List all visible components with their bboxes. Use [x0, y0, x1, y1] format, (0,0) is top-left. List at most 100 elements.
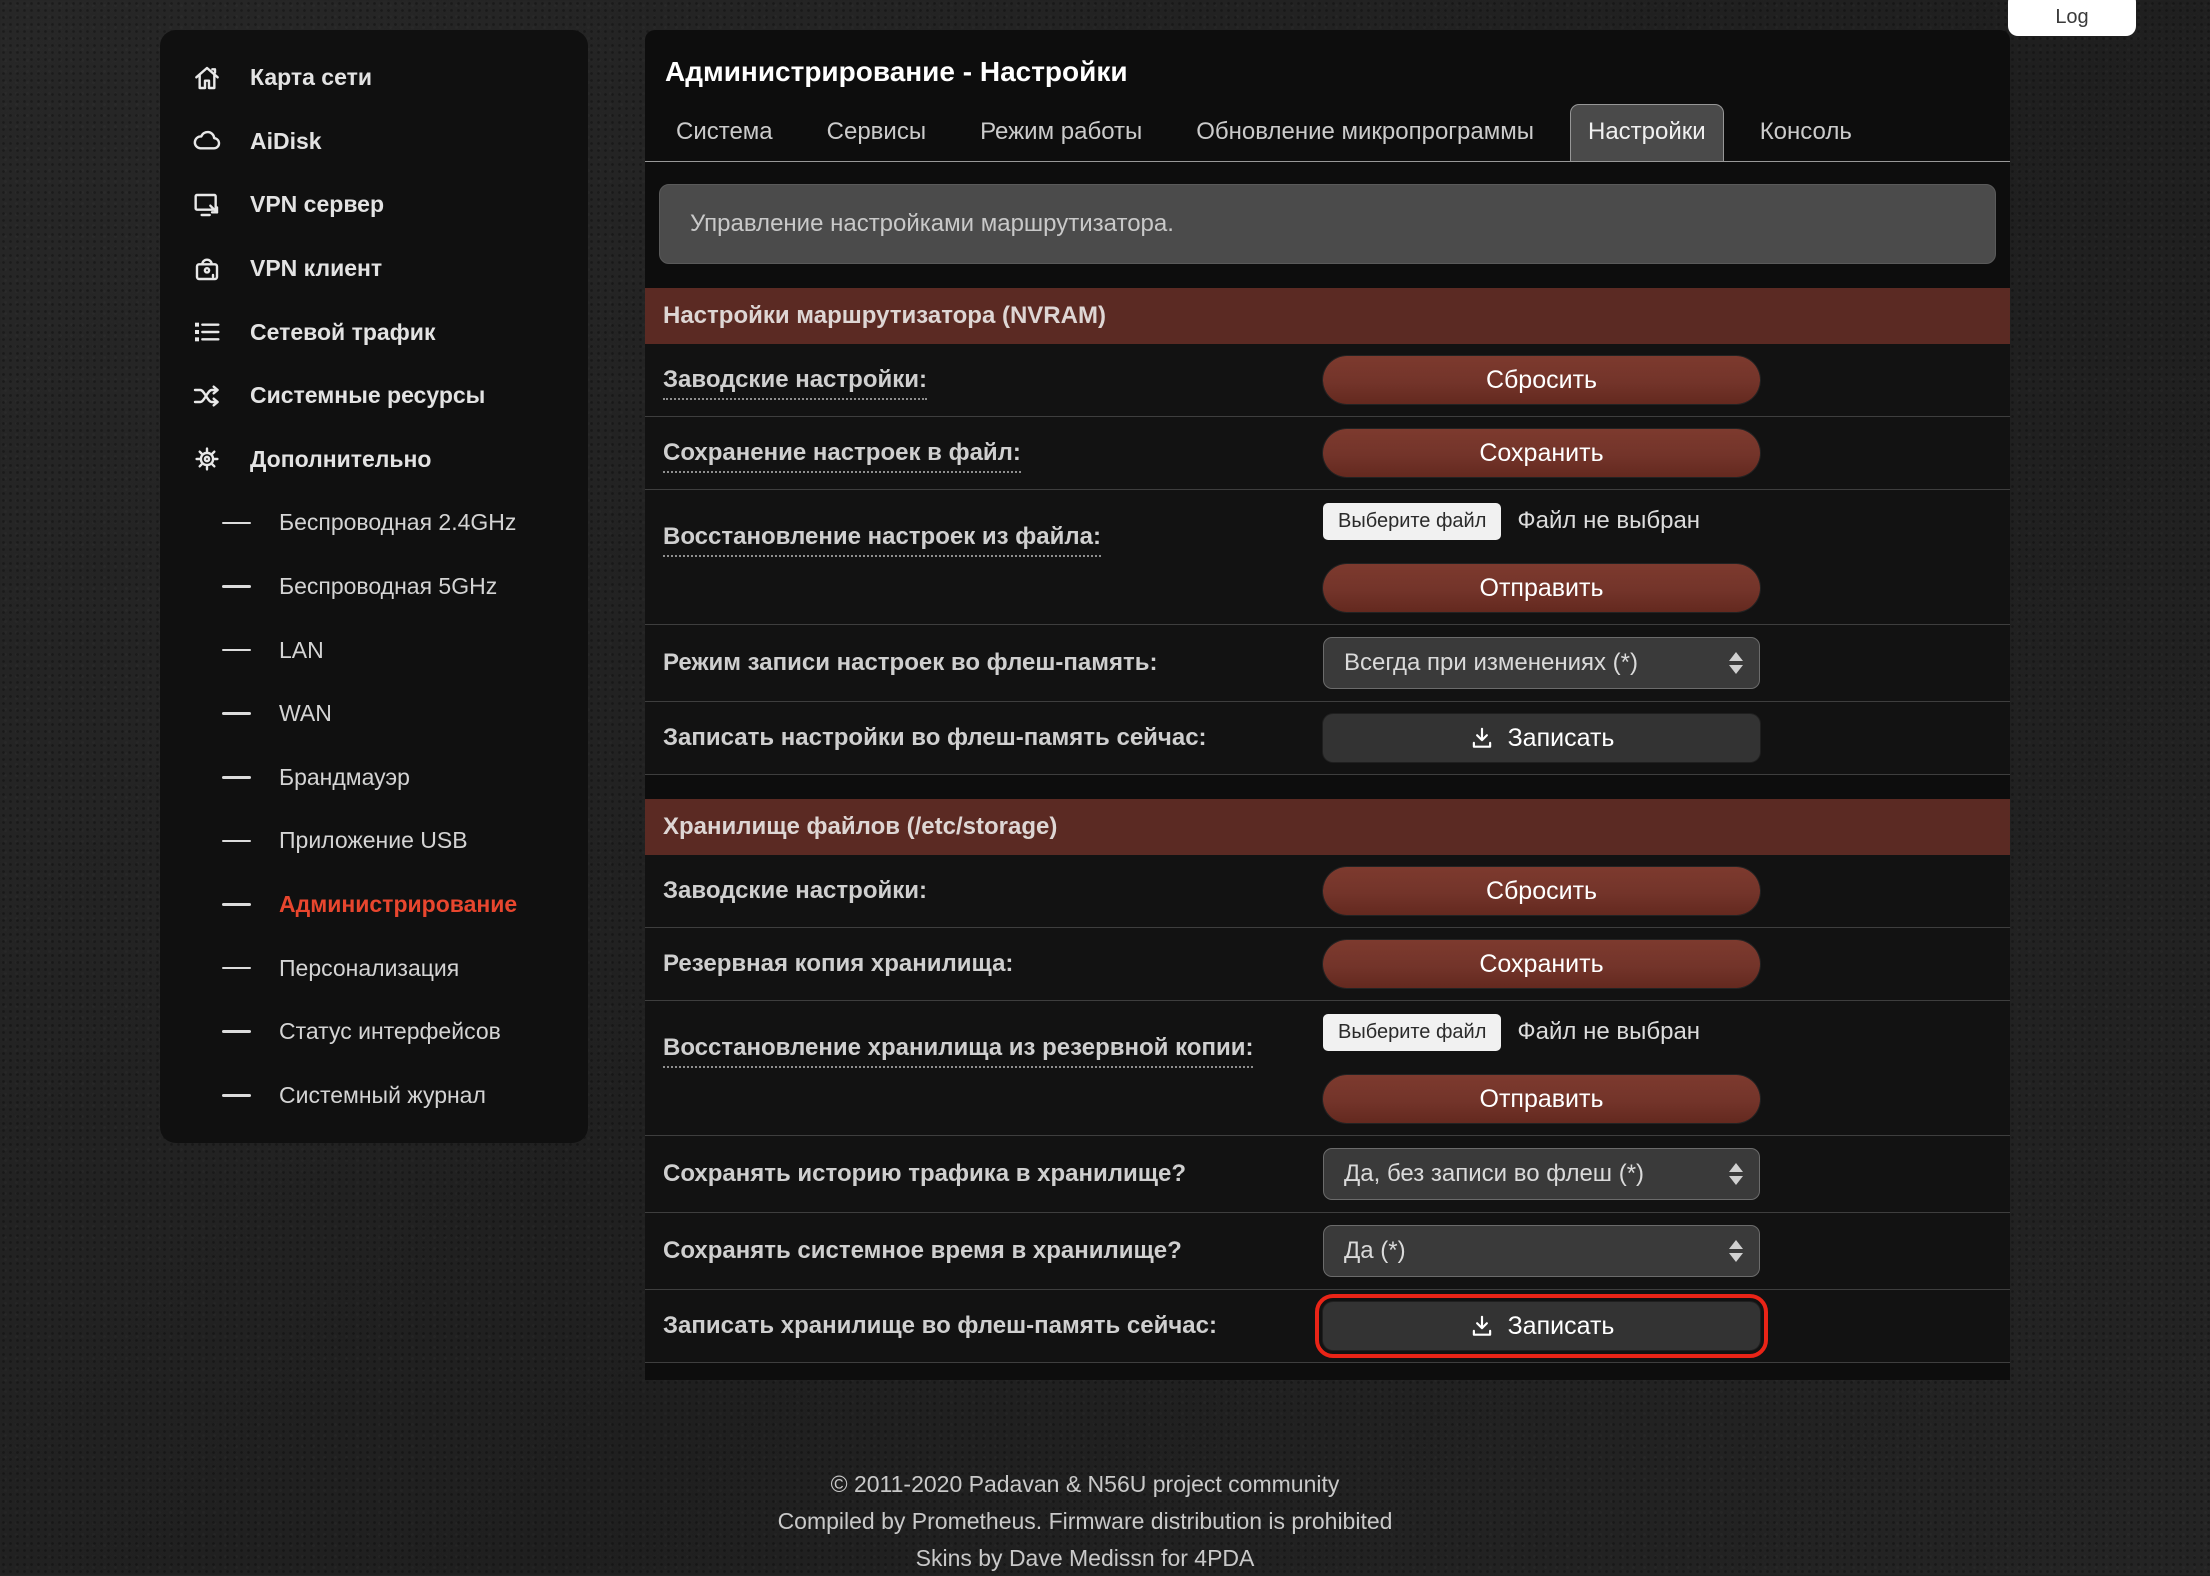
row-label-text: Сохранять системное время в хранилище? — [663, 1237, 1182, 1264]
row-controls: Выберите файлФайл не выбранОтправить — [1323, 502, 1760, 612]
settings-row: Записать настройки во флеш-память сейчас… — [645, 702, 2010, 775]
tab-operation-mode[interactable]: Режим работы — [962, 104, 1160, 161]
storage-commit-button[interactable]: Записать — [1323, 1302, 1760, 1350]
row-label-text: Восстановление хранилища из резервной ко… — [663, 1034, 1253, 1068]
tab-system[interactable]: Система — [658, 104, 791, 161]
row-label-text: Режим записи настроек во флеш-память: — [663, 649, 1157, 676]
tab-firmware-update[interactable]: Обновление микропрограммы — [1178, 104, 1552, 161]
row-label: Восстановление настроек из файла: — [663, 502, 1323, 556]
sidebar-item-label: Карта сети — [250, 64, 372, 91]
sidebar-subitem-lan[interactable]: LAN — [160, 618, 588, 682]
sidebar-subitem-interface-status[interactable]: Статус интерфейсов — [160, 1000, 588, 1064]
tab-console[interactable]: Консоль — [1742, 104, 1870, 161]
file-status-label: Файл не выбран — [1517, 1018, 1700, 1046]
footer-line: Skins by Dave Medissn for 4PDA — [160, 1540, 2010, 1576]
sidebar-subitem-system-log[interactable]: Системный журнал — [160, 1064, 588, 1128]
row-controls: Записать — [1323, 1302, 1760, 1350]
page-footer: © 2011-2020 Padavan & N56U project commu… — [160, 1466, 2010, 1576]
file-input-group: Выберите файл Файл не выбран — [1323, 1013, 1700, 1051]
nvram-commit-mode-select[interactable]: Всегда при изменениях (*) — [1323, 637, 1760, 689]
select-value: Всегда при изменениях (*) — [1344, 649, 1721, 677]
dash-icon — [222, 1094, 251, 1097]
nvram-reset-button[interactable]: Сбросить — [1323, 356, 1760, 404]
dash-icon — [222, 967, 251, 970]
row-controls: Да, без записи во флеш (*) — [1323, 1148, 1760, 1200]
sidebar-item-vpn-client[interactable]: VPN клиент — [160, 237, 588, 301]
sidebar-item-label: AiDisk — [250, 128, 322, 155]
sidebar-item-network-traffic[interactable]: Сетевой трафик — [160, 300, 588, 364]
button-label: Сбросить — [1486, 366, 1597, 395]
sidebar-item-advanced[interactable]: Дополнительно — [160, 428, 588, 492]
sidebar-item-network-map[interactable]: Карта сети — [160, 46, 588, 110]
sidebar-subitem-label: Администрирование — [279, 891, 517, 918]
row-label-text: Заводские настройки: — [663, 366, 927, 400]
settings-row: Резервная копия хранилища: Сохранить — [645, 928, 2010, 1001]
sidebar-subitem-label: Статус интерфейсов — [279, 1018, 501, 1045]
row-controls: Да (*) — [1323, 1225, 1760, 1277]
dash-icon — [222, 712, 251, 715]
button-label: Записать — [1508, 1312, 1615, 1341]
button-label: Сохранить — [1479, 950, 1603, 979]
row-controls: Всегда при изменениях (*) — [1323, 637, 1760, 689]
row-controls: Сохранить — [1323, 940, 1760, 988]
log-button[interactable]: Log — [2008, 0, 2136, 36]
button-label: Сохранить — [1479, 439, 1603, 468]
sidebar-item-vpn-server[interactable]: VPN сервер — [160, 173, 588, 237]
vpn-server-icon — [190, 188, 224, 222]
tab-services[interactable]: Сервисы — [809, 104, 944, 161]
sidebar-subitem-usb-application[interactable]: Приложение USB — [160, 809, 588, 873]
page-description: Управление настройками маршрутизатора. — [659, 184, 1996, 264]
dash-icon — [222, 649, 251, 652]
settings-row: Восстановление хранилища из резервной ко… — [645, 1001, 2010, 1136]
storage-traffic-history-select[interactable]: Да, без записи во флеш (*) — [1323, 1148, 1760, 1200]
home-icon — [190, 61, 224, 95]
nvram-submit-button[interactable]: Отправить — [1323, 564, 1760, 612]
sidebar-subitem-wan[interactable]: WAN — [160, 682, 588, 746]
tab-settings[interactable]: Настройки — [1570, 104, 1724, 161]
section-header: Настройки маршрутизатора (NVRAM) — [645, 288, 2010, 344]
dash-icon — [222, 840, 251, 843]
sidebar-subitem-wireless-5ghz[interactable]: Беспроводная 5GHz — [160, 555, 588, 619]
sidebar-subitem-firewall[interactable]: Брандмауэр — [160, 746, 588, 810]
nvram-save-button[interactable]: Сохранить — [1323, 429, 1760, 477]
nvram-commit-button[interactable]: Записать — [1323, 714, 1760, 762]
row-label: Заводские настройки: — [663, 872, 1323, 910]
row-label: Резервная копия хранилища: — [663, 945, 1323, 983]
content-layout: Карта сети AiDisk VPN сервер VPN клиент Сете… — [160, 30, 2010, 1380]
row-label-text: Заводские настройки: — [663, 877, 927, 904]
page-title: Администрирование - Настройки — [645, 30, 2010, 94]
tab-bar: Система Сервисы Режим работы Обновление мик… — [645, 94, 2010, 162]
sidebar-subitem-wireless-24ghz[interactable]: Беспроводная 2.4GHz — [160, 491, 588, 555]
button-label: Отправить — [1480, 1085, 1604, 1114]
sidebar-subitem-label: LAN — [279, 637, 324, 664]
main-panel: Администрирование - Настройки Система Сер… — [645, 30, 2010, 1380]
button-label: Сбросить — [1486, 877, 1597, 906]
storage-submit-button[interactable]: Отправить — [1323, 1075, 1760, 1123]
row-controls: Записать — [1323, 714, 1760, 762]
row-label: Сохранять историю трафика в хранилище? — [663, 1155, 1323, 1193]
sidebar-item-system-resources[interactable]: Системные ресурсы — [160, 364, 588, 428]
sidebar-subitem-label: Персонализация — [279, 955, 459, 982]
button-label: Отправить — [1480, 574, 1604, 603]
select-spinner-icon — [1729, 1240, 1743, 1262]
dash-icon — [222, 1030, 251, 1033]
sidebar-subitem-administration[interactable]: Администрирование — [160, 873, 588, 937]
select-value: Да, без записи во флеш (*) — [1344, 1160, 1721, 1188]
settings-row: Заводские настройки: Сбросить — [645, 344, 2010, 417]
storage-reset-button[interactable]: Сбросить — [1323, 867, 1760, 915]
nvram-choose-file-button[interactable]: Выберите файл — [1323, 503, 1501, 540]
storage-system-time-select[interactable]: Да (*) — [1323, 1225, 1760, 1277]
storage-save-button[interactable]: Сохранить — [1323, 940, 1760, 988]
settings-row: Сохранять историю трафика в хранилище? Да… — [645, 1136, 2010, 1213]
row-controls: Сбросить — [1323, 867, 1760, 915]
dash-icon — [222, 903, 251, 906]
row-label-text: Записать настройки во флеш-память сейчас… — [663, 724, 1207, 751]
storage-choose-file-button[interactable]: Выберите файл — [1323, 1014, 1501, 1051]
sidebar-subitem-personalization[interactable]: Персонализация — [160, 936, 588, 1000]
row-label: Сохранять системное время в хранилище? — [663, 1232, 1323, 1270]
settings-row: Записать хранилище во флеш-память сейчас… — [645, 1290, 2010, 1363]
footer-line: © 2011-2020 Padavan & N56U project commu… — [160, 1466, 2010, 1503]
sidebar-item-label: VPN клиент — [250, 255, 382, 282]
sidebar-item-aidisk[interactable]: AiDisk — [160, 110, 588, 174]
footer-line: Compiled by Prometheus. Firmware distrib… — [160, 1503, 2010, 1540]
